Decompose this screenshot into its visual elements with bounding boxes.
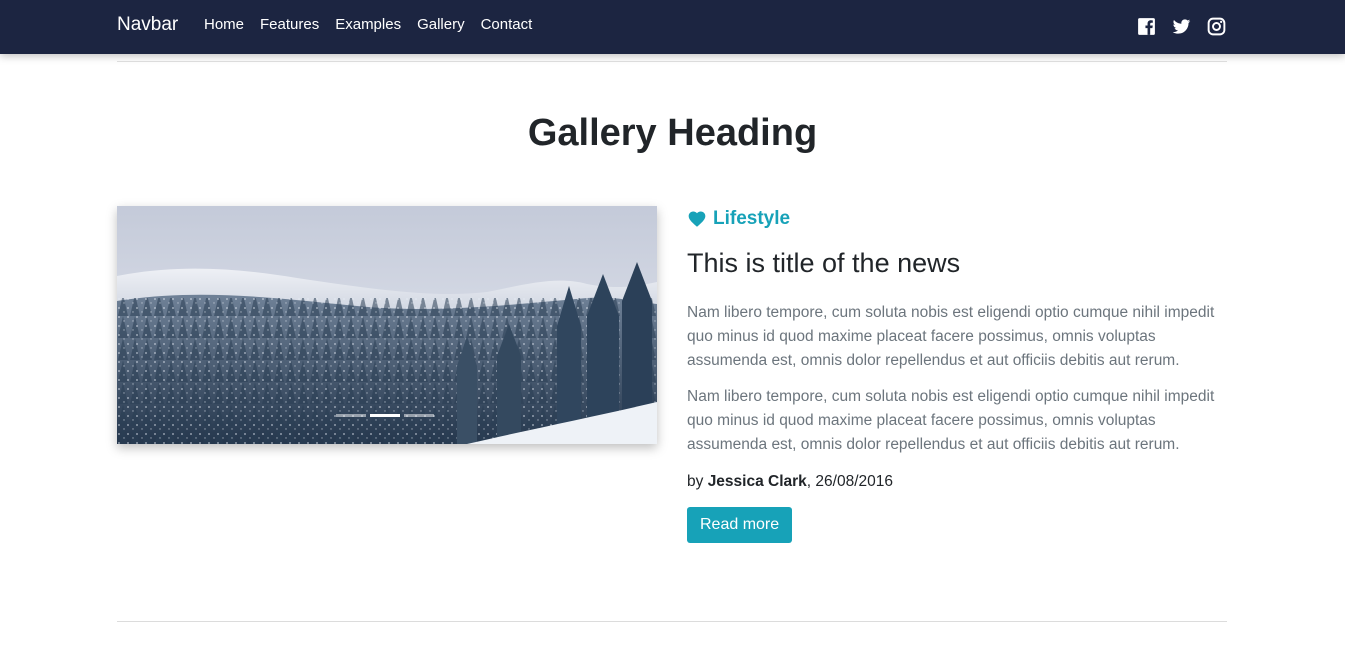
publish-date: , 26/08/2016 [806,473,893,490]
facebook-icon[interactable] [1136,16,1157,37]
navbar: Navbar Home Features Examples Gallery Co… [0,0,1345,54]
image-carousel[interactable] [117,206,657,444]
carousel-indicators [336,414,434,417]
heart-icon [688,211,706,227]
twitter-icon[interactable] [1171,16,1192,37]
nav-link-contact[interactable]: Contact [481,16,533,33]
nav-link-home[interactable]: Home [204,16,244,33]
page-heading: Gallery Heading [527,112,818,154]
carousel-prev-control[interactable] [117,206,197,444]
category-text: Lifestyle [713,208,791,229]
nav-link-features[interactable]: Features [260,16,319,33]
navbar-brand[interactable]: Navbar [117,14,178,36]
carousel-next-control[interactable] [577,206,657,444]
social-links [1136,16,1227,37]
byline-prefix: by [687,473,704,490]
author-name: Jessica Clark [707,473,807,490]
snowy-forest-image [117,206,657,444]
nav-link-examples[interactable]: Examples [335,16,401,33]
carousel-indicator-1[interactable] [336,414,366,417]
carousel-indicator-2[interactable] [370,414,400,417]
instagram-icon[interactable] [1206,16,1227,37]
category-label[interactable]: Lifestyle [687,206,1227,232]
divider-top [117,61,1227,62]
news-paragraph-2: Nam libero tempore, cum soluta nobis est… [687,388,1215,453]
news-title: This is title of the news [687,248,961,278]
nav-link-gallery[interactable]: Gallery [417,16,465,33]
byline: by Jessica Clark, 26/08/2016 [687,473,1227,491]
nav-links: Home Features Examples Gallery Contact [204,16,532,33]
read-more-button[interactable]: Read more [687,507,793,543]
news-paragraph-1: Nam libero tempore, cum soluta nobis est… [687,304,1215,369]
divider-bottom [117,621,1227,622]
carousel-indicator-3[interactable] [404,414,434,417]
article-content: Lifestyle This is title of the news Nam … [687,206,1227,543]
